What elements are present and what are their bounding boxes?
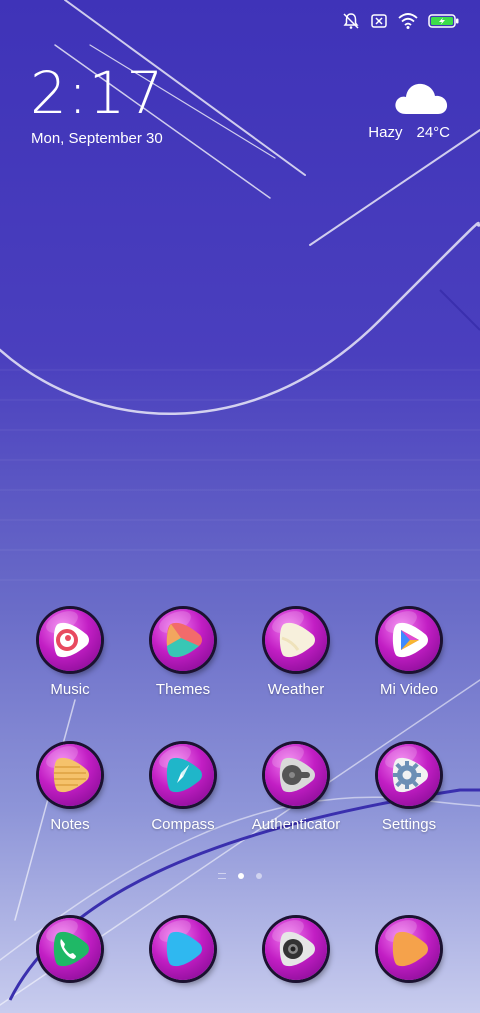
page-dot [256, 873, 262, 879]
notifications-off-icon [342, 12, 360, 30]
weather-widget[interactable]: Hazy 24°C [368, 76, 450, 141]
sim-off-icon [370, 12, 388, 30]
app-label: Themes [155, 681, 211, 698]
messages-icon [166, 931, 202, 967]
app-label: Settings [381, 816, 437, 833]
app-weather[interactable]: Weather [240, 609, 352, 698]
video-icon [392, 622, 428, 658]
app-authenticator[interactable]: Authenticator [240, 744, 352, 833]
authenticator-icon [279, 757, 315, 793]
weather-condition: Hazy [368, 124, 403, 141]
cloud-icon [368, 76, 450, 116]
app-compass[interactable]: Compass [127, 744, 239, 833]
app-label: Weather [267, 681, 325, 698]
dock-app-phone[interactable] [14, 918, 126, 980]
app-label: Notes [50, 816, 90, 833]
app-label: Music [50, 681, 90, 698]
app-label: Mi Video [379, 681, 439, 698]
page-indicator-menu-icon [218, 873, 226, 879]
clock-time[interactable]: 2:17 [30, 64, 164, 122]
browser-icon [392, 931, 428, 967]
phone-icon [53, 931, 89, 967]
app-themes[interactable]: Themes [127, 609, 239, 698]
dock-app-camera[interactable] [240, 918, 352, 980]
app-label: Authenticator [251, 816, 341, 833]
page-indicator[interactable] [0, 873, 480, 879]
app-music[interactable]: Music [14, 609, 126, 698]
page-dot-active [238, 873, 244, 879]
app-label: Compass [151, 816, 215, 833]
app-mi-video[interactable]: Mi Video [353, 609, 465, 698]
clock-date[interactable]: Mon, September 30 [31, 130, 163, 147]
dock-app-browser[interactable] [353, 918, 465, 980]
app-notes[interactable]: Notes [14, 744, 126, 833]
weather-icon [279, 622, 315, 658]
dock-app-messages[interactable] [127, 918, 239, 980]
battery-charging-icon [428, 13, 460, 29]
status-bar [342, 8, 460, 34]
wallpaper [0, 0, 480, 1006]
themes-icon [166, 622, 202, 658]
weather-temperature: 24°C [416, 124, 450, 141]
compass-icon [166, 757, 202, 793]
settings-icon [392, 757, 428, 793]
notes-icon [53, 757, 89, 793]
wifi-icon [398, 12, 418, 30]
app-settings[interactable]: Settings [353, 744, 465, 833]
music-icon [53, 622, 89, 658]
camera-icon [279, 931, 315, 967]
